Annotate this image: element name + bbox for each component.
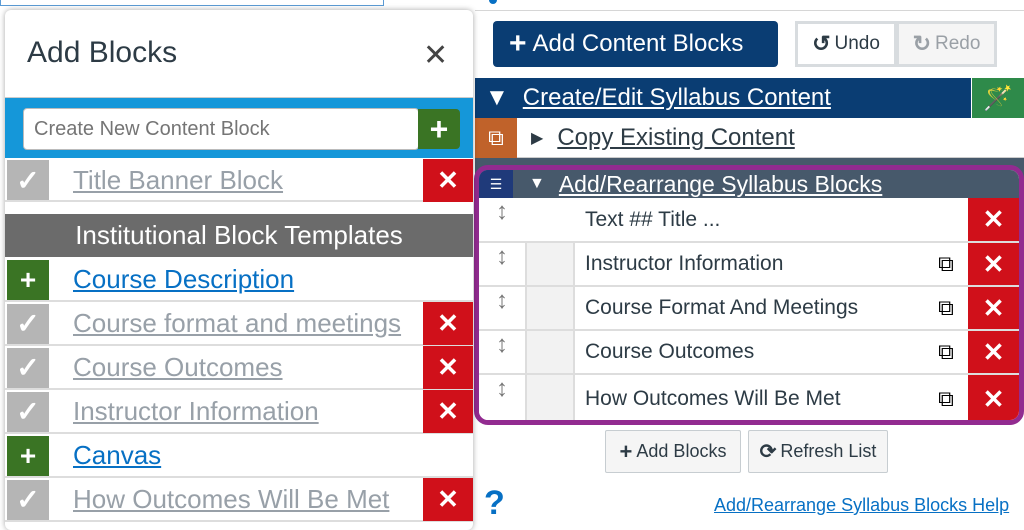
copy-icon: ⧉ bbox=[475, 118, 517, 158]
drag-handle-icon[interactable]: ↕ bbox=[479, 287, 525, 329]
background-input bbox=[0, 0, 384, 6]
magic-wand-icon[interactable]: 🪄 bbox=[972, 78, 1024, 118]
section-create-edit[interactable]: ▼ Create/Edit Syllabus Content bbox=[475, 78, 971, 118]
remove-icon[interactable]: ✕ bbox=[423, 302, 473, 345]
drag-handle-icon[interactable]: ↕ bbox=[479, 243, 525, 285]
undo-icon: ↺ bbox=[812, 31, 831, 56]
section-label[interactable]: Create/Edit Syllabus Content bbox=[523, 84, 831, 112]
plus-icon[interactable]: + bbox=[7, 259, 49, 300]
delete-icon[interactable]: ✕ bbox=[968, 243, 1019, 285]
add-blocks-modal: Add Blocks ✕ + ✓ Title Banner Block ✕ In… bbox=[5, 10, 473, 530]
item-label[interactable]: Title Banner Block bbox=[73, 165, 423, 196]
item-label[interactable]: Instructor Information bbox=[73, 396, 423, 427]
check-icon: ✓ bbox=[7, 347, 49, 388]
block-row[interactable]: ↕ Course Format And Meetings ⧉ ✕ bbox=[479, 285, 1019, 329]
button-label: Redo bbox=[935, 33, 981, 54]
plus-icon[interactable]: + bbox=[7, 435, 49, 476]
check-icon: ✓ bbox=[7, 391, 49, 432]
section-add-rearrange[interactable]: ☰ ▼ Add/Rearrange Syllabus Blocks bbox=[479, 170, 1019, 198]
modal-title: Add Blocks bbox=[27, 36, 178, 69]
remove-icon[interactable]: ✕ bbox=[423, 478, 473, 521]
remove-icon[interactable]: ✕ bbox=[423, 346, 473, 389]
close-icon[interactable]: ✕ bbox=[423, 38, 448, 73]
copy-icon[interactable]: ⧉ bbox=[924, 243, 968, 285]
list-item[interactable]: + Canvas bbox=[5, 435, 473, 478]
drag-handle-icon[interactable]: ↕ bbox=[479, 375, 525, 420]
block-row[interactable]: ↕ Instructor Information ⧉ ✕ bbox=[479, 241, 1019, 285]
button-label: Add Content Blocks bbox=[532, 30, 744, 57]
refresh-list-button[interactable]: ⟳ Refresh List bbox=[748, 430, 888, 473]
button-label: Undo bbox=[834, 33, 880, 54]
block-label: Text ## Title ... bbox=[585, 207, 721, 231]
plus-icon: + bbox=[619, 438, 633, 464]
block-row[interactable]: ↕ Text ## Title ... ✕ bbox=[479, 198, 1019, 241]
block-row[interactable]: ↕ How Outcomes Will Be Met ⧉ ✕ bbox=[479, 373, 1019, 420]
delete-icon[interactable]: ✕ bbox=[968, 375, 1019, 420]
delete-icon[interactable]: ✕ bbox=[968, 287, 1019, 329]
help-link[interactable]: Add/Rearrange Syllabus Blocks Help bbox=[714, 495, 1009, 516]
button-label: Add Blocks bbox=[636, 441, 727, 461]
block-label: Course Format And Meetings bbox=[585, 296, 859, 319]
list-item[interactable]: ✓ Instructor Information ✕ bbox=[5, 390, 473, 434]
section-label[interactable]: Copy Existing Content bbox=[557, 124, 794, 152]
section-copy-existing[interactable]: ▶ Copy Existing Content bbox=[517, 118, 1024, 158]
check-icon: ✓ bbox=[7, 160, 49, 200]
add-blocks-button[interactable]: + Add Blocks bbox=[605, 430, 741, 473]
divider bbox=[475, 10, 1024, 11]
drag-handle-icon[interactable]: ↕ bbox=[479, 198, 525, 241]
item-label[interactable]: Canvas bbox=[73, 440, 473, 471]
refresh-icon: ⟳ bbox=[759, 441, 777, 463]
item-label[interactable]: Course format and meetings bbox=[73, 308, 423, 339]
delete-icon[interactable]: ✕ bbox=[968, 198, 1019, 241]
list-item[interactable]: ✓ How Outcomes Will Be Met ✕ bbox=[5, 478, 473, 522]
plus-icon: + bbox=[509, 27, 527, 60]
create-block-input[interactable] bbox=[23, 108, 419, 150]
caret-right-icon: ▶ bbox=[531, 129, 544, 147]
undo-button[interactable]: ↺ Undo bbox=[795, 21, 897, 67]
caret-down-icon: ▼ bbox=[529, 175, 545, 192]
block-label: Instructor Information bbox=[585, 252, 784, 275]
redo-icon: ↻ bbox=[912, 31, 931, 56]
remove-icon[interactable]: ✕ bbox=[423, 158, 473, 202]
create-block-button[interactable]: + bbox=[418, 109, 460, 149]
block-label: Course Outcomes bbox=[585, 340, 755, 363]
server-icon: ☰ bbox=[479, 170, 513, 198]
list-item[interactable]: ✓ Course Outcomes ✕ bbox=[5, 346, 473, 390]
caret-down-icon: ▼ bbox=[485, 84, 509, 111]
copy-icon[interactable]: ⧉ bbox=[924, 287, 968, 329]
block-spacer bbox=[525, 375, 575, 420]
indicator-dot bbox=[489, 0, 497, 4]
copy-icon[interactable]: ⧉ bbox=[924, 375, 968, 420]
list-item[interactable]: ✓ Course format and meetings ✕ bbox=[5, 302, 473, 346]
item-label[interactable]: How Outcomes Will Be Met bbox=[73, 484, 423, 515]
block-row[interactable]: ↕ Course Outcomes ⧉ ✕ bbox=[479, 329, 1019, 373]
section-label[interactable]: Add/Rearrange Syllabus Blocks bbox=[559, 171, 882, 198]
delete-icon[interactable]: ✕ bbox=[968, 331, 1019, 373]
block-label: How Outcomes Will Be Met bbox=[585, 387, 841, 410]
copy-icon[interactable]: ⧉ bbox=[924, 331, 968, 373]
redo-button[interactable]: ↻ Redo bbox=[896, 21, 997, 67]
drag-handle-icon[interactable]: ↕ bbox=[479, 331, 525, 373]
check-icon: ✓ bbox=[7, 303, 49, 344]
create-block-bar: + bbox=[5, 97, 473, 158]
item-label[interactable]: Course Outcomes bbox=[73, 352, 423, 383]
remove-icon[interactable]: ✕ bbox=[423, 390, 473, 433]
add-content-blocks-button[interactable]: + Add Content Blocks bbox=[493, 21, 778, 67]
list-item[interactable]: ✓ Title Banner Block ✕ bbox=[5, 158, 473, 202]
list-item[interactable]: + Course Description bbox=[5, 259, 473, 302]
block-spacer bbox=[525, 243, 575, 285]
block-spacer bbox=[525, 287, 575, 329]
group-header: Institutional Block Templates bbox=[5, 214, 473, 257]
help-icon[interactable]: ? bbox=[484, 484, 505, 523]
item-label[interactable]: Course Description bbox=[73, 264, 473, 295]
highlight-frame: ☰ ▼ Add/Rearrange Syllabus Blocks ↕ Text #… bbox=[474, 165, 1024, 425]
check-icon: ✓ bbox=[7, 479, 49, 520]
button-label: Refresh List bbox=[780, 441, 877, 461]
block-spacer bbox=[525, 331, 575, 373]
